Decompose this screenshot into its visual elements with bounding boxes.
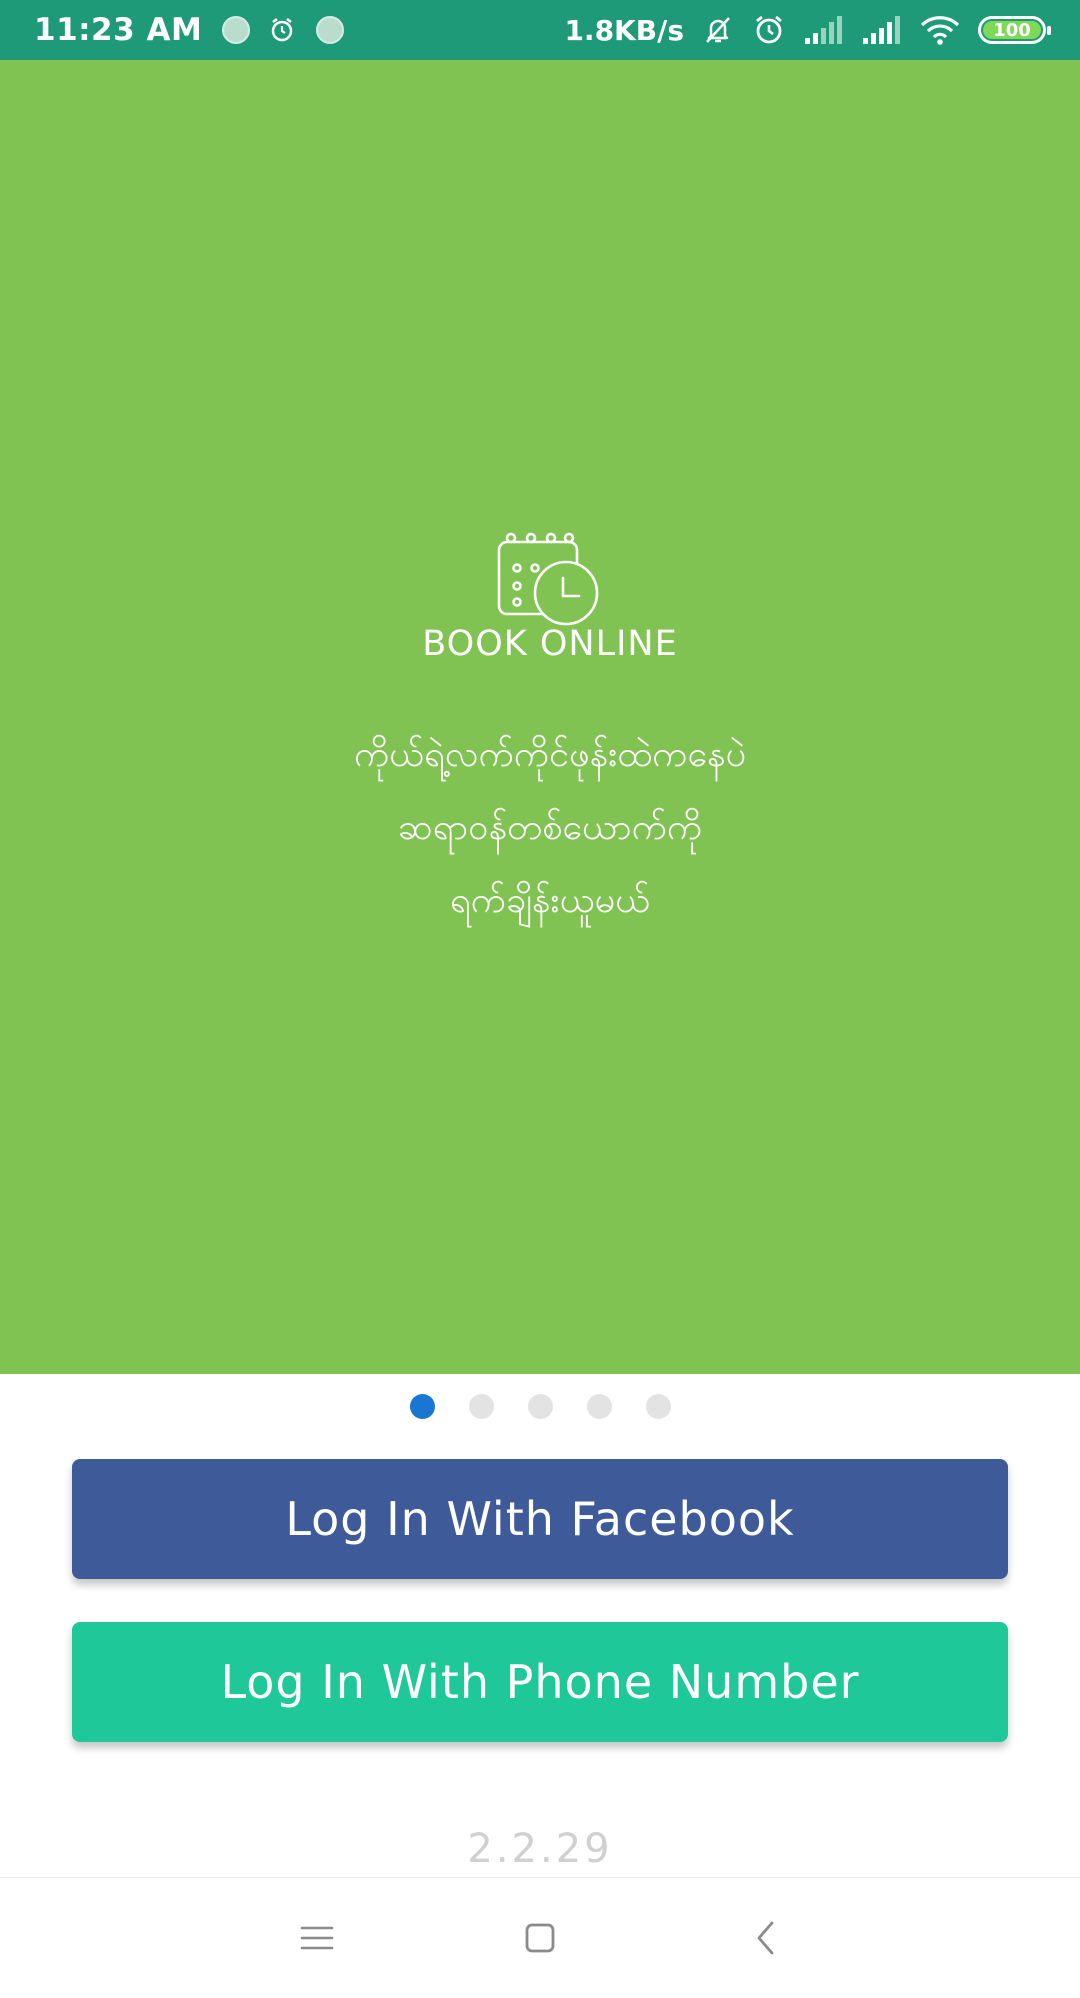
notification-dot-icon [222, 16, 251, 44]
status-time: 11:23 AM [34, 12, 203, 48]
menu-icon[interactable] [257, 1878, 377, 1998]
page-dot-active[interactable] [409, 1394, 435, 1419]
signal-icon [862, 16, 902, 44]
calendar-clock-icon [497, 532, 599, 626]
network-speed: 1.8KB/s [564, 13, 684, 47]
page-dot[interactable] [645, 1394, 671, 1419]
page-dot[interactable] [468, 1394, 494, 1419]
wifi-icon [920, 15, 960, 45]
alarm-icon [268, 16, 296, 44]
battery-level: 100 [993, 19, 1031, 41]
home-square-icon[interactable] [480, 1878, 600, 1998]
system-nav-bar [0, 1877, 1080, 1998]
feature-title: BOOK ONLINE [422, 624, 678, 664]
description-line: ရက်ချိန်းယူမယ် [449, 880, 651, 921]
bell-muted-icon [702, 14, 734, 46]
status-left: 11:23 AM [34, 12, 345, 48]
onboarding-slide[interactable]: BOOK ONLINE ကိုယ်ရဲ့လက်ကိုင်ဖုန်းထဲကနေပဲ… [0, 60, 1080, 1374]
battery-icon: 100 [978, 16, 1051, 44]
notification-dot-icon [316, 16, 345, 44]
page-indicator [0, 1394, 1080, 1419]
battery-cap [1047, 26, 1051, 35]
status-right: 1.8KB/s 100 [564, 13, 1051, 47]
page-dot[interactable] [527, 1394, 553, 1419]
signal-icon [804, 16, 844, 44]
facebook-login-button[interactable]: Log In With Facebook [72, 1459, 1008, 1579]
alarm-icon [752, 13, 786, 47]
status-bar: 11:23 AM 1.8KB/s 100 [0, 0, 1080, 60]
page-dot[interactable] [586, 1394, 612, 1419]
description-line: ဆရာဝန်တစ်ယောက်ကို [397, 807, 703, 848]
version-text: 2.2.29 [467, 1826, 613, 1864]
feature-description: ကိုယ်ရဲ့လက်ကိုင်ဖုန်းထဲကနေပဲ ဆရာဝန်တစ်ယေ… [140, 718, 960, 937]
description-line: ကိုယ်ရဲ့လက်ကိုင်ဖုန်းထဲကနေပဲ [353, 734, 747, 775]
back-chevron-icon[interactable] [706, 1878, 826, 1998]
phone-login-button[interactable]: Log In With Phone Number [72, 1622, 1008, 1742]
